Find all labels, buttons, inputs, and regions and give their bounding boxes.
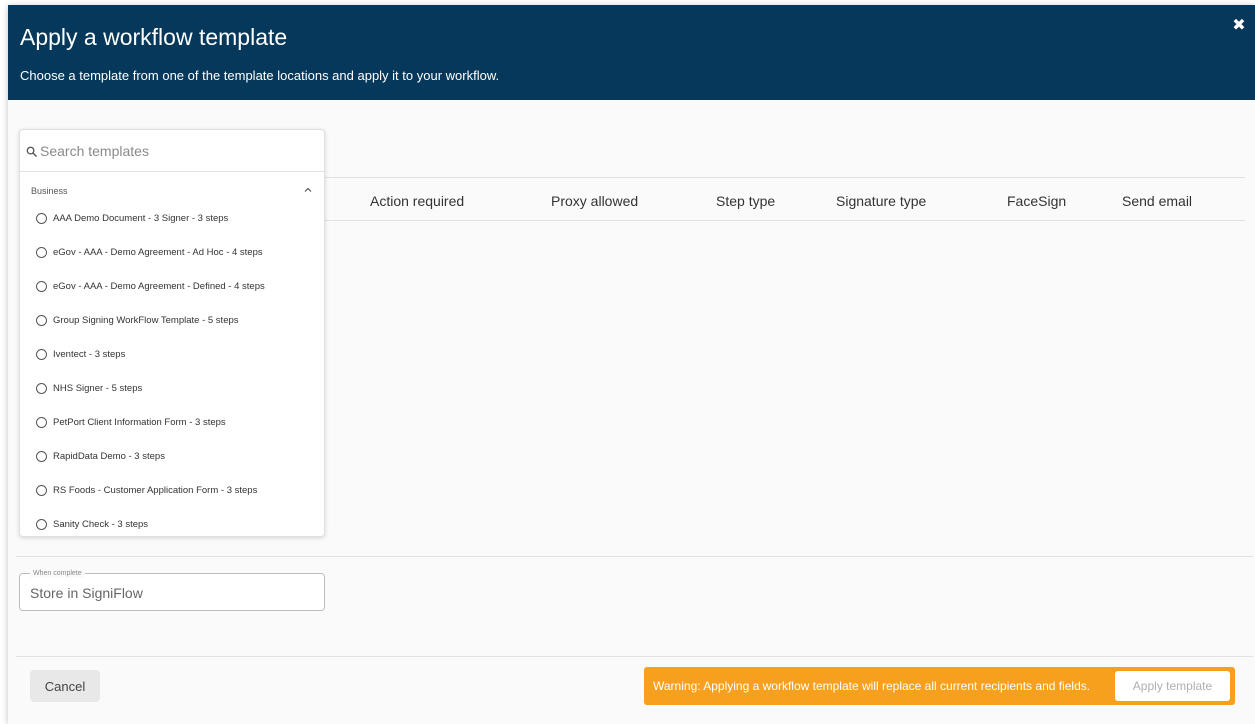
warning-text: Warning: Applying a workflow template wi… xyxy=(653,679,1091,693)
template-option-label: AAA Demo Document - 3 Signer - 3 steps xyxy=(53,212,229,224)
dialog-title: Apply a workflow template xyxy=(20,24,288,50)
column-action-required: Action required xyxy=(370,193,465,209)
template-option[interactable]: Iventect - 3 steps xyxy=(36,342,125,366)
template-option[interactable]: RapidData Demo - 3 steps xyxy=(36,444,165,468)
radio-button[interactable] xyxy=(36,518,47,530)
template-option-label: RS Foods - Customer Application Form - 3… xyxy=(53,484,258,496)
template-option-label: Sanity Check - 3 steps xyxy=(53,518,149,530)
chevron-up-icon[interactable] xyxy=(303,185,313,195)
radio-button[interactable] xyxy=(36,416,47,428)
cancel-button[interactable]: Cancel xyxy=(30,670,100,702)
template-option[interactable]: PetPort Client Information Form - 3 step… xyxy=(36,410,226,434)
radio-button[interactable] xyxy=(36,484,47,496)
column-proxy-allowed: Proxy allowed xyxy=(551,193,639,209)
search-input[interactable] xyxy=(40,140,310,162)
section-divider xyxy=(16,556,1253,557)
radio-button[interactable] xyxy=(36,314,47,326)
template-option-label: Group Signing WorkFlow Template - 5 step… xyxy=(53,314,239,326)
steps-table-header: Action required Proxy allowed Step type … xyxy=(324,177,1245,221)
template-picker: Business AAA Demo Document - 3 Signer - … xyxy=(19,129,325,537)
when-complete-legend: When complete xyxy=(30,569,85,578)
search-icon xyxy=(26,146,37,157)
template-option[interactable]: NHS Signer - 5 steps xyxy=(36,376,142,400)
column-facesign: FaceSign xyxy=(1007,193,1067,209)
footer-divider xyxy=(16,656,1253,657)
template-option[interactable]: eGov - AAA - Demo Agreement - Defined - … xyxy=(36,274,265,298)
template-option[interactable]: Sanity Check - 3 steps xyxy=(36,512,148,536)
radio-button[interactable] xyxy=(36,280,47,292)
template-option-label: eGov - AAA - Demo Agreement - Defined - … xyxy=(53,280,265,292)
template-option[interactable]: Group Signing WorkFlow Template - 5 step… xyxy=(36,308,239,332)
column-step-type: Step type xyxy=(716,193,776,209)
radio-button[interactable] xyxy=(36,450,47,462)
template-group-label: Business xyxy=(31,186,68,196)
column-signature-type: Signature type xyxy=(836,193,927,209)
dialog-header: Apply a workflow template Choose a templ… xyxy=(8,5,1255,100)
dialog-subtitle: Choose a template from one of the templa… xyxy=(20,68,500,83)
when-complete-value: Store in SigniFlow xyxy=(30,585,143,601)
template-option-label: PetPort Client Information Form - 3 step… xyxy=(53,416,226,428)
radio-button[interactable] xyxy=(36,382,47,394)
column-send-email: Send email xyxy=(1122,193,1193,209)
template-option[interactable]: AAA Demo Document - 3 Signer - 3 steps xyxy=(36,206,228,230)
template-option-label: eGov - AAA - Demo Agreement - Ad Hoc - 4… xyxy=(53,246,263,258)
apply-template-dialog: Apply a workflow template Choose a templ… xyxy=(8,5,1255,724)
radio-button[interactable] xyxy=(36,212,47,224)
warning-bar: Warning: Applying a workflow template wi… xyxy=(644,667,1235,705)
search-row xyxy=(20,130,324,172)
apply-template-button[interactable]: Apply template xyxy=(1115,671,1230,701)
template-option[interactable]: eGov - AAA - Demo Agreement - Ad Hoc - 4… xyxy=(36,240,263,264)
template-option-label: NHS Signer - 5 steps xyxy=(53,382,143,394)
radio-button[interactable] xyxy=(36,246,47,258)
template-option-label: RapidData Demo - 3 steps xyxy=(53,450,165,462)
radio-button[interactable] xyxy=(36,348,47,360)
template-option[interactable]: RS Foods - Customer Application Form - 3… xyxy=(36,478,257,502)
close-icon[interactable]: ✖ xyxy=(1230,17,1248,35)
template-option-label: Iventect - 3 steps xyxy=(53,348,126,360)
when-complete-field[interactable]: When complete Store in SigniFlow xyxy=(19,569,325,611)
